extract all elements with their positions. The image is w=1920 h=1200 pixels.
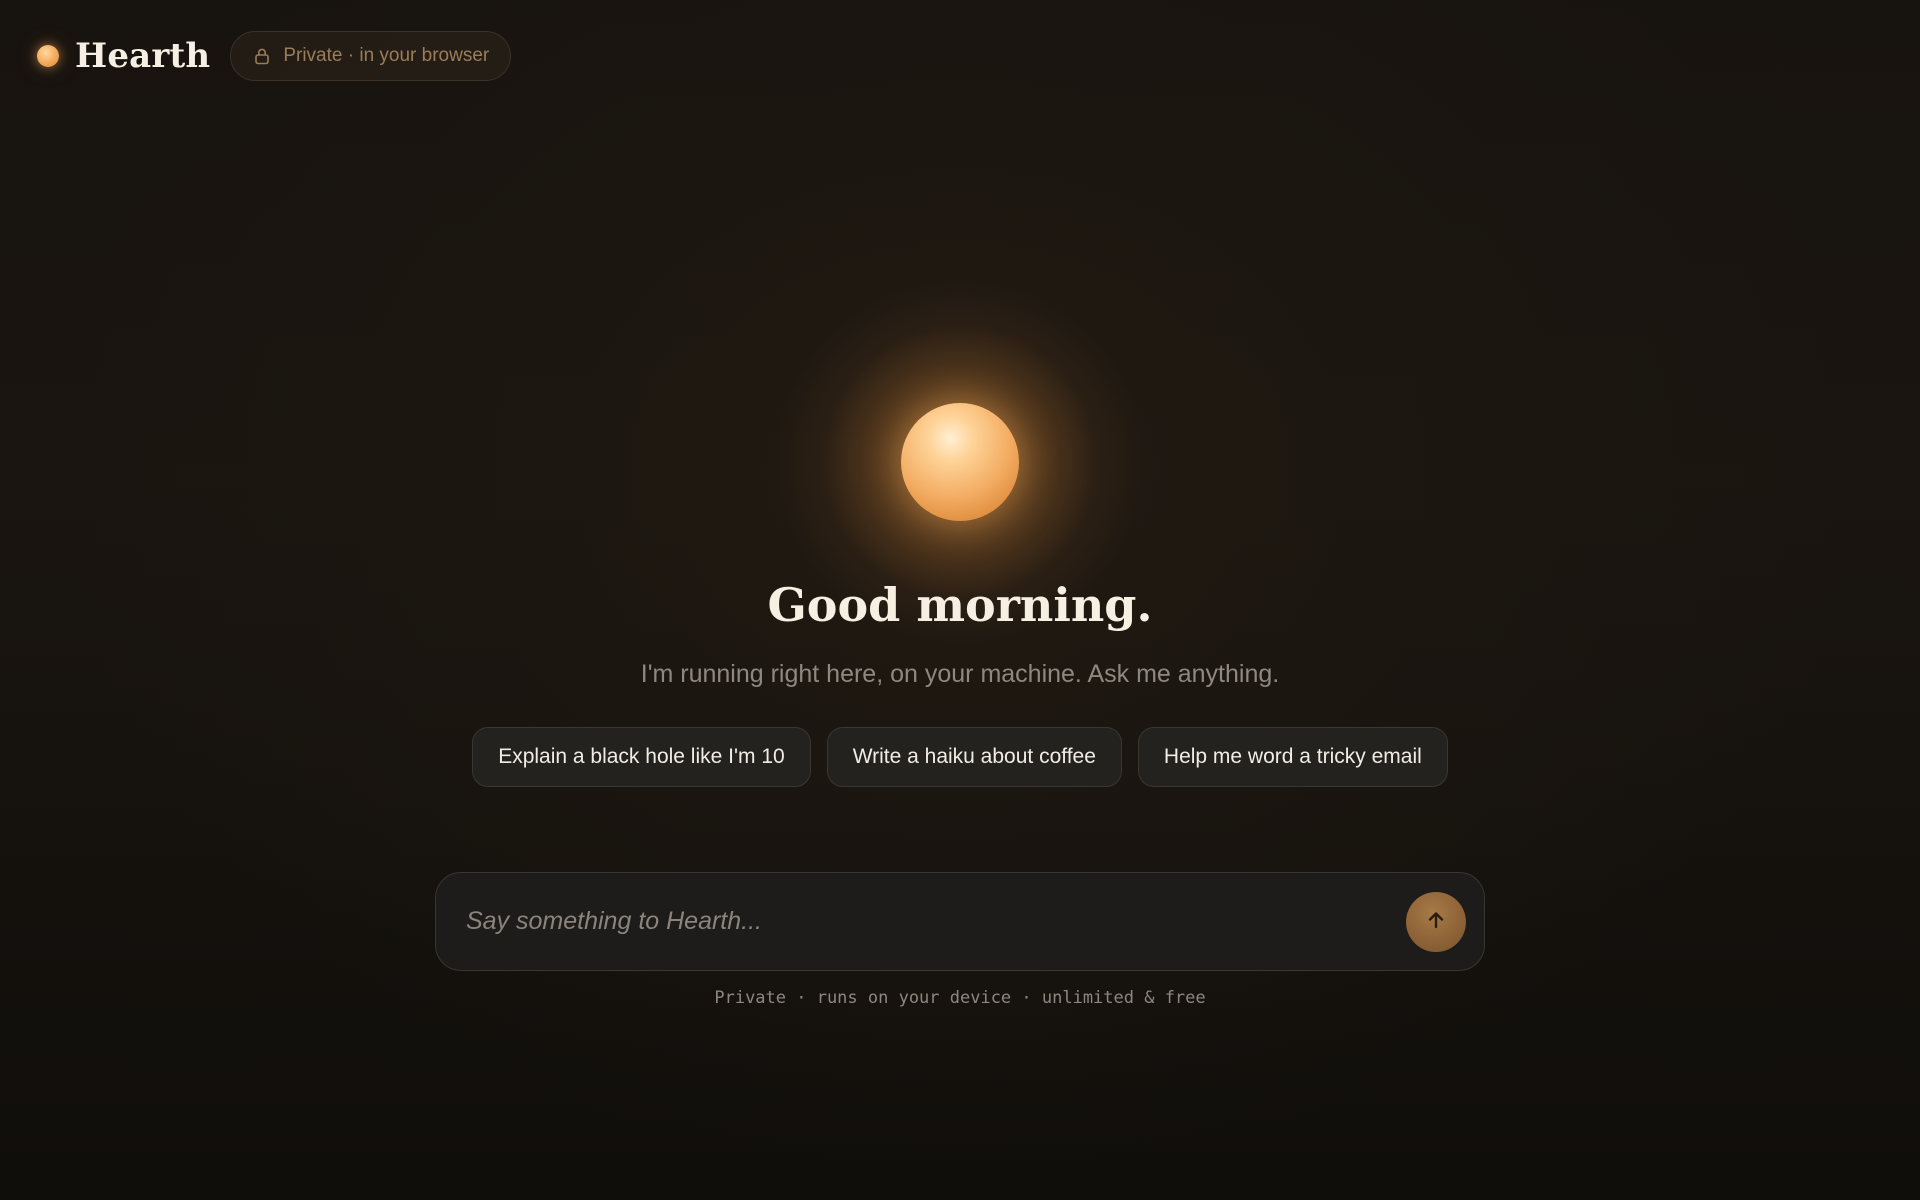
app-header: Hearth Private · in your browser — [37, 30, 512, 82]
suggestion-chips: Explain a black hole like I'm 10 Write a… — [0, 727, 1920, 787]
suggestion-chip-email[interactable]: Help me word a tricky email — [1137, 727, 1448, 787]
greeting-subtitle: I'm running right here, on your machine.… — [640, 660, 1280, 688]
hearth-orb-icon — [37, 45, 59, 67]
greeting-heading: Good morning. — [767, 578, 1153, 632]
suggestion-chip-haiku[interactable]: Write a haiku about coffee — [826, 727, 1122, 787]
glowing-orb-icon — [901, 403, 1019, 521]
privacy-footnote: Private · runs on your device · unlimite… — [714, 988, 1206, 1008]
message-composer — [435, 872, 1485, 971]
suggestion-chip-black-hole[interactable]: Explain a black hole like I'm 10 — [472, 727, 811, 787]
lock-icon — [253, 47, 271, 65]
privacy-badge-label: Private · in your browser — [283, 45, 490, 66]
brand-name[interactable]: Hearth — [75, 36, 210, 76]
arrow-up-icon — [1424, 908, 1448, 935]
privacy-badge[interactable]: Private · in your browser — [230, 31, 512, 81]
message-input[interactable] — [464, 906, 1406, 937]
send-button[interactable] — [1406, 891, 1466, 952]
